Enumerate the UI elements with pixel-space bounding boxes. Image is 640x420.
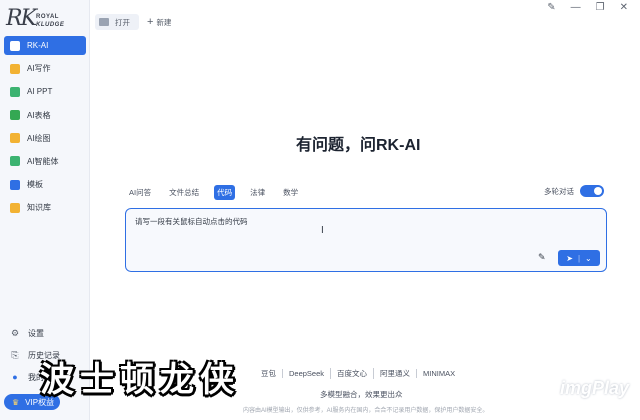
window-controls: ✎ — ❐ ✕ [547, 2, 628, 13]
sidebar-item[interactable]: AI写作 [4, 59, 86, 78]
sidebar-item-label: 模板 [27, 180, 43, 190]
app-logo: RK ROYAL KLUDGE [6, 6, 86, 34]
history-icon: ⎘ [11, 349, 19, 360]
mode-chip[interactable]: 代码 [214, 185, 236, 200]
overlay-caption: 波士顿龙侠 [40, 361, 240, 399]
mode-chip[interactable]: AI问答 [126, 185, 154, 200]
sidebar-nav: RK-AI AI写作 AI PPT AI表格 AI绘图 AI智能体模板知识库 [4, 36, 86, 222]
model-list: 豆包 DeepSeek 百度文心 阿里通义 MINIMAX [255, 368, 461, 379]
new-tab-button[interactable]: + 新建 [147, 14, 171, 30]
ppt-icon [10, 86, 20, 97]
multi-turn-label: 多轮对话 [544, 186, 574, 196]
sidebar-item-label: RK-AI [27, 41, 49, 50]
sidebar-item-label: AI表格 [27, 110, 51, 120]
prompt-input[interactable]: 请写一段有关鼠标自动点击的代码 I ✎ ➤ | ⌄ [125, 208, 607, 272]
logo-mark: RK [6, 6, 37, 31]
prompt-text[interactable]: 请写一段有关鼠标自动点击的代码 [135, 216, 248, 227]
mode-chips: AI问答 文件总结 代码 法律 数学 [126, 185, 313, 200]
multi-turn-setting: 多轮对话 [544, 185, 604, 197]
gear-icon: ⚙ [10, 327, 20, 338]
send-divider: | [577, 253, 581, 263]
open-label: 打开 [115, 17, 130, 27]
brush-icon[interactable]: ✎ [538, 252, 546, 263]
sidebar-item[interactable]: 模板 [4, 175, 86, 194]
chevron-down-icon[interactable]: ⌄ [585, 254, 592, 263]
sidebar-item[interactable]: AI绘图 [4, 129, 86, 148]
folder-icon [99, 18, 109, 26]
model-name: 百度文心 [330, 368, 373, 379]
sidebar-item[interactable]: 知识库 [4, 198, 86, 217]
send-icon: ➤ [566, 253, 573, 263]
mode-chip[interactable]: 法律 [247, 185, 268, 200]
sidebar-item[interactable]: AI智能体 [4, 152, 86, 171]
user-icon: ● [12, 372, 18, 382]
text-cursor-icon: I [321, 225, 324, 236]
close-icon[interactable]: ✕ [620, 2, 628, 13]
logo-line-2: KLUDGE [36, 22, 65, 28]
sidebar-bottom-label: 设置 [28, 328, 44, 338]
send-button[interactable]: ➤ | ⌄ [558, 250, 600, 266]
slogan: 多模型融合，效果更出众 [320, 390, 403, 399]
sidebar-item[interactable]: RK-AI [4, 36, 86, 55]
plus-icon: + [147, 16, 154, 28]
model-name: DeepSeek [282, 369, 330, 378]
sidebar-item[interactable]: AI表格 [4, 106, 86, 125]
sidebar-item-label: AI写作 [27, 64, 51, 74]
template-icon [10, 179, 20, 190]
model-name: MINIMAX [416, 369, 461, 378]
sidebar-item-label: AI PPT [27, 87, 53, 97]
pen-icon [10, 63, 20, 74]
model-name: 豆包 [261, 369, 276, 378]
sidebar-item-label: AI智能体 [27, 156, 59, 166]
agent-icon [10, 156, 20, 167]
table-icon [10, 110, 20, 121]
new-label: 新建 [156, 17, 172, 27]
rk-icon [10, 40, 20, 51]
top-bar: 打开 + 新建 ✎ — ❐ ✕ [91, 0, 640, 40]
minimize-icon[interactable]: — [571, 2, 581, 13]
sidebar-item-label: 知识库 [27, 203, 51, 213]
sidebar-item[interactable]: AI PPT [4, 82, 86, 101]
palette-icon [10, 133, 20, 144]
sidebar-item-label: AI绘图 [27, 133, 51, 143]
mode-chip[interactable]: 文件总结 [166, 185, 202, 200]
open-tab[interactable]: 打开 [95, 14, 139, 30]
page-title: 有问题，问RK-AI [296, 137, 421, 154]
mode-chip[interactable]: 数学 [280, 185, 301, 200]
watermark: imgPlay [560, 378, 630, 398]
book-icon [10, 202, 20, 213]
model-name: 阿里通义 [373, 368, 416, 379]
edit-icon[interactable]: ✎ [547, 2, 555, 13]
crown-icon: ♛ [12, 397, 20, 407]
multi-turn-toggle[interactable] [580, 185, 604, 197]
sidebar-bottom-item[interactable]: ⚙ 设置 [4, 324, 86, 342]
maximize-icon[interactable]: ❐ [596, 2, 605, 13]
disclaimer: 内容由AI模型输出，仅供参考，AI服务内在国内，合合不记录用户数据，保护用户数据… [243, 408, 489, 414]
logo-line-1: ROYAL [36, 14, 59, 20]
